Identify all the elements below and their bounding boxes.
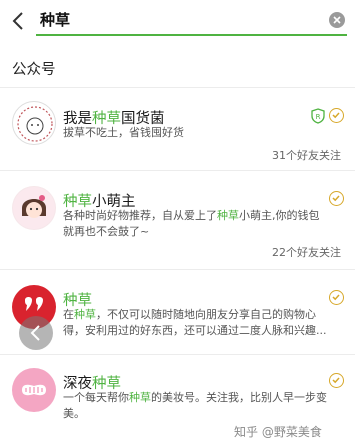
- friends-follow-count: 22个好友关注: [272, 246, 341, 259]
- search-input[interactable]: 种草: [36, 6, 347, 36]
- desc-highlight: 种草: [74, 308, 96, 321]
- search-query: 种草: [40, 11, 71, 29]
- search-bar: 种草: [0, 0, 355, 42]
- verified-icon: [329, 373, 344, 388]
- desc-text: ，不仅可以随时随地向朋友分享自己的购物心: [96, 308, 316, 321]
- verified-icon: [329, 191, 344, 206]
- floating-back-button[interactable]: [19, 316, 53, 350]
- desc-text: 小萌主,你的钱包: [239, 209, 320, 222]
- desc-text: 得，安利用过的好东西，还可以通过二度人脉和兴趣...: [63, 324, 327, 337]
- verified-icon: [329, 290, 344, 305]
- desc-highlight: 种草: [217, 209, 239, 222]
- result-item[interactable]: 我是种草国货菌 R 拔草不吃土，省钱囤好货 31个好友关注: [0, 89, 355, 171]
- shield-icon: R: [311, 108, 325, 124]
- search-underline: [36, 34, 347, 36]
- desc-text: 美。: [63, 407, 85, 420]
- verified-icon: [329, 108, 344, 123]
- clear-icon[interactable]: [329, 12, 345, 28]
- friends-follow-count: 31个好友关注: [272, 149, 341, 162]
- watermark: 知乎 @野菜美食: [234, 425, 322, 439]
- desc-highlight: 种草: [129, 391, 151, 404]
- account-description: 拔草不吃土，省钱囤好货: [63, 126, 184, 139]
- account-description: 各种时尚好物推荐，自从爱上了种草小萌主,你的钱包 就再也不会鼓了~: [63, 208, 343, 240]
- back-arrow-icon[interactable]: [8, 9, 30, 33]
- desc-text: 就再也不会鼓了~: [63, 225, 150, 238]
- svg-text:R: R: [316, 113, 321, 121]
- section-title: 公众号: [12, 62, 56, 78]
- desc-text: 各种时尚好物推荐，自从爱上了: [63, 209, 217, 222]
- avatar: [12, 101, 56, 145]
- desc-text: 在: [63, 308, 74, 321]
- result-item[interactable]: 种草小萌主 各种时尚好物推荐，自从爱上了种草小萌主,你的钱包 就再也不会鼓了~ …: [0, 172, 355, 270]
- result-item[interactable]: 种草 在种草，不仅可以随时随地向朋友分享自己的购物心 得，安利用过的好东西，还可…: [0, 271, 355, 355]
- desc-text: 一个每天帮你: [63, 391, 129, 404]
- account-description: 在种草，不仅可以随时随地向朋友分享自己的购物心 得，安利用过的好东西，还可以通过…: [63, 307, 343, 339]
- account-description: 一个每天帮你种草的美妆号。关注我，比别人早一步变 美。: [63, 390, 343, 422]
- section-header: 公众号: [0, 42, 355, 88]
- avatar: [12, 186, 56, 230]
- desc-text: 的美妆号。关注我，比别人早一步变: [151, 391, 327, 404]
- avatar: [12, 368, 56, 412]
